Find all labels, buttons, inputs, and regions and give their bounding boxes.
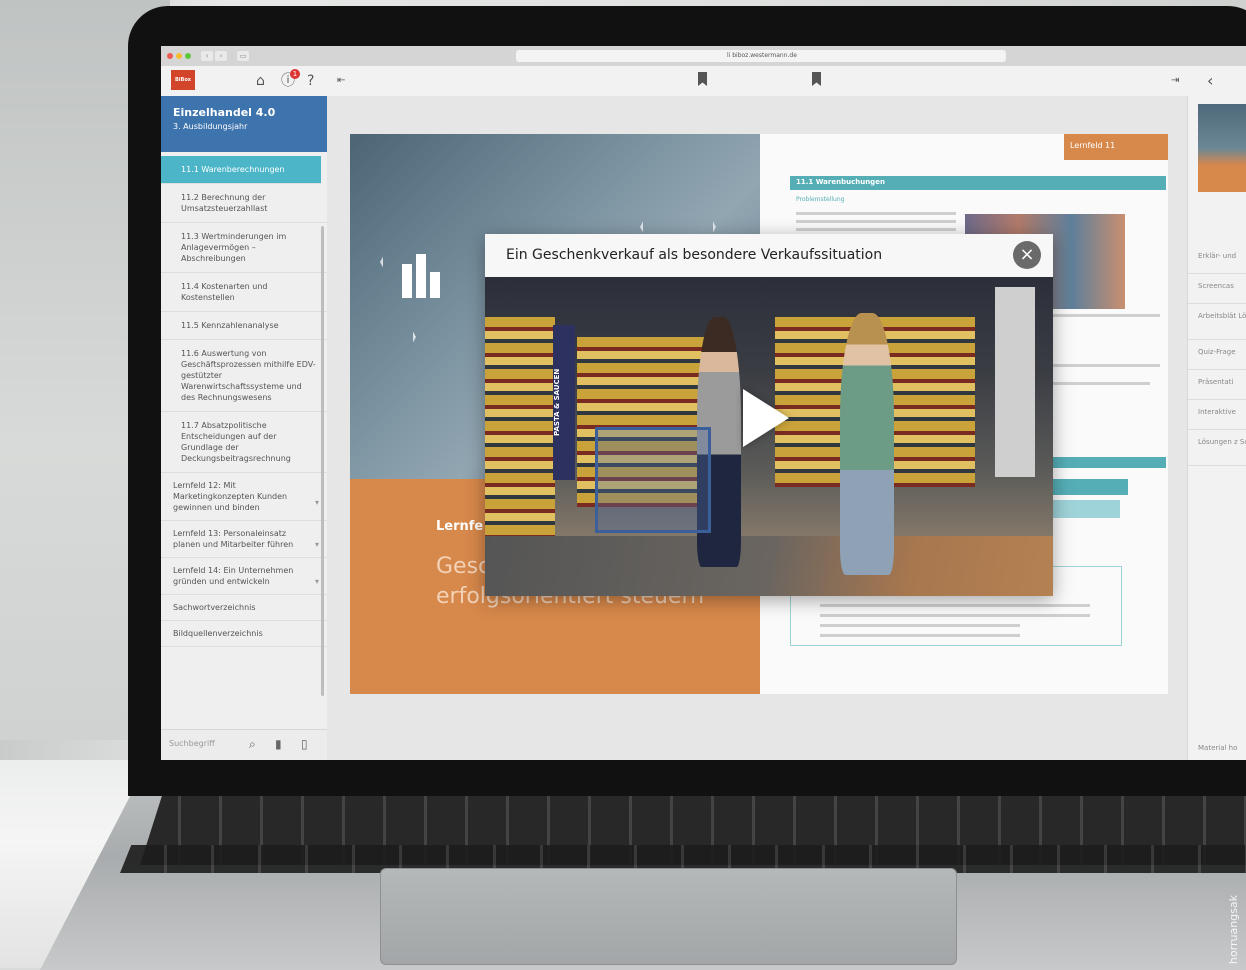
app-toolbar: BiBox ⌂ ⓘ 1 ? ⇤ ⇥ ‹ [161,66,1246,97]
video-modal: Ein Geschenkverkauf als besondere Verkau… [485,234,1053,596]
book-subtitle: 3. Ausbildungsjahr [173,122,248,131]
close-icon[interactable]: × [1013,241,1041,269]
bookmark-icon[interactable] [812,72,821,86]
forward-icon[interactable]: › [215,51,227,61]
section-bar [1048,479,1128,495]
text-line [796,220,956,223]
toc-appendix-label: Bildquellenverzeichnis [173,629,263,638]
material-item[interactable]: Arbeitsblät Lösungen [1188,304,1246,340]
toc-item[interactable]: 11.2 Berechnung der Umsatzsteuerzahllast [161,184,327,223]
bookmark-list-icon[interactable]: ▮ [275,737,282,751]
text-line [1050,314,1160,317]
material-panel: Erklär- und Screencas Arbeitsblät Lösung… [1187,96,1246,760]
collapse-right-icon[interactable]: ⇥ [1171,72,1179,90]
chevron-down-icon: ▾ [314,497,319,507]
section-title: 11.1 Warenbuchungen [796,178,885,186]
bookmark-icon[interactable] [698,72,707,86]
address-bar[interactable]: li biboz.westermann.de [516,50,1006,62]
material-item[interactable]: Screencas [1188,274,1246,304]
text-line [820,604,1090,607]
notification-badge: 1 [290,69,300,79]
text-line [1050,364,1160,367]
toc-item[interactable]: 11.4 Kostenarten und Kostenstellen [161,273,327,312]
page-tag: Lernfeld 11 [1064,134,1168,160]
toc-item[interactable]: 11.3 Wertminderungen im Anlagevermögen –… [161,223,327,273]
material-item[interactable]: Interaktive [1188,400,1246,430]
section-bar: 11.1 Warenbuchungen [790,176,1166,190]
sidebar-search: Suchbegriff ⌕ ▮ ▯ [161,729,327,760]
play-icon[interactable] [743,389,789,447]
toc-chapter-label: Lernfeld 12: Mit Marketingkonzepten Kund… [173,481,288,512]
chevron-left-icon[interactable]: ‹ [1207,72,1213,90]
toc-appendix[interactable]: Sachwortverzeichnis [161,595,327,621]
bar-chart-icon [430,272,440,298]
toc-chapter-label: Lernfeld 13: Personaleinsatz planen und … [173,529,294,549]
toc-item[interactable]: 11.6 Auswertung von Geschäftsprozessen m… [161,340,327,412]
notes-icon[interactable]: ▯ [301,737,308,751]
chapter-title-line: Gesc [436,554,491,579]
home-icon[interactable]: ⌂ [256,72,265,90]
publisher-logo: BiBox [171,70,195,90]
text-line [796,228,956,231]
diagram-box [1050,500,1120,518]
text-line [796,212,956,215]
subhead: Problemstellung [796,196,845,203]
minimize-window-icon[interactable] [176,53,182,59]
sidebar: Einzelhandel 4.0 3. Ausbildungsjahr 11.1… [161,96,328,760]
material-item[interactable]: Präsentati [1188,370,1246,400]
page-thumbnail[interactable] [1198,104,1246,192]
toc-chapter[interactable]: Lernfeld 13: Personaleinsatz planen und … [161,521,327,558]
toc-appendix-label: Sachwortverzeichnis [173,603,256,612]
store-pillar [995,287,1035,477]
material-item[interactable]: Lösungen z Schülerban [1188,430,1246,466]
text-line [1050,382,1150,385]
person-figure [840,313,894,575]
sidebar-toggle-icon[interactable]: ▭ [237,51,249,61]
shopping-cart [595,427,711,533]
modal-header: Ein Geschenkverkauf als besondere Verkau… [485,234,1053,277]
text-line [820,634,1020,637]
screen: ‹ › ▭ li biboz.westermann.de BiBox ⌂ ⓘ 1… [161,46,1246,760]
search-input[interactable]: Suchbegriff [169,739,215,748]
text-line [820,624,1020,627]
photo-credit: horruangsak [1227,894,1240,964]
back-icon[interactable]: ‹ [201,51,213,61]
toc-chapter[interactable]: Lernfeld 14: Ein Unternehmen gründen und… [161,558,327,595]
video-player[interactable]: PASTA & SAUCEN [485,277,1053,596]
chapter-heading: Lernfe [436,519,484,534]
browser-chrome: ‹ › ▭ li biboz.westermann.de [161,46,1246,67]
toc-chapter[interactable]: Lernfeld 12: Mit Marketingkonzepten Kund… [161,473,327,521]
aisle-sign: PASTA & SAUCEN [553,325,575,480]
material-footer[interactable]: Material ho [1198,744,1237,752]
text-line [820,614,1090,617]
store-floor [485,536,1053,596]
material-item[interactable]: Quiz-Frage [1188,340,1246,370]
chevron-down-icon: ▾ [314,540,319,549]
chevron-down-icon: ▾ [314,577,319,586]
maximize-window-icon[interactable] [185,53,191,59]
sidebar-scrollbar[interactable] [321,226,324,696]
close-window-icon[interactable] [167,53,173,59]
toc-item[interactable]: 11.5 Kennzahlenanalyse [161,312,327,340]
toc-item[interactable]: 11.7 Absatzpolitische Entscheidungen auf… [161,412,327,473]
toc-item-active[interactable]: 11.1 Warenberechnungen [161,156,321,184]
book-header[interactable]: Einzelhandel 4.0 3. Ausbildungsjahr [161,96,327,152]
shelf-graphic [485,317,555,537]
bar-chart-icon [402,264,412,298]
trackpad [380,868,957,965]
hexagon-graphic [380,209,496,315]
search-icon[interactable]: ⌕ [249,737,256,752]
book-title: Einzelhandel 4.0 [173,106,276,119]
material-item[interactable]: Erklär- und [1188,244,1246,274]
page-tag-label: Lernfeld 11 [1070,141,1116,150]
modal-title: Ein Geschenkverkauf als besondere Verkau… [506,247,883,263]
toc-chapter-label: Lernfeld 14: Ein Unternehmen gründen und… [173,566,294,586]
collapse-left-icon[interactable]: ⇤ [337,72,345,90]
toc-appendix[interactable]: Bildquellenverzeichnis [161,621,327,647]
bar-chart-icon [416,254,426,298]
help-icon[interactable]: ? [307,72,314,90]
